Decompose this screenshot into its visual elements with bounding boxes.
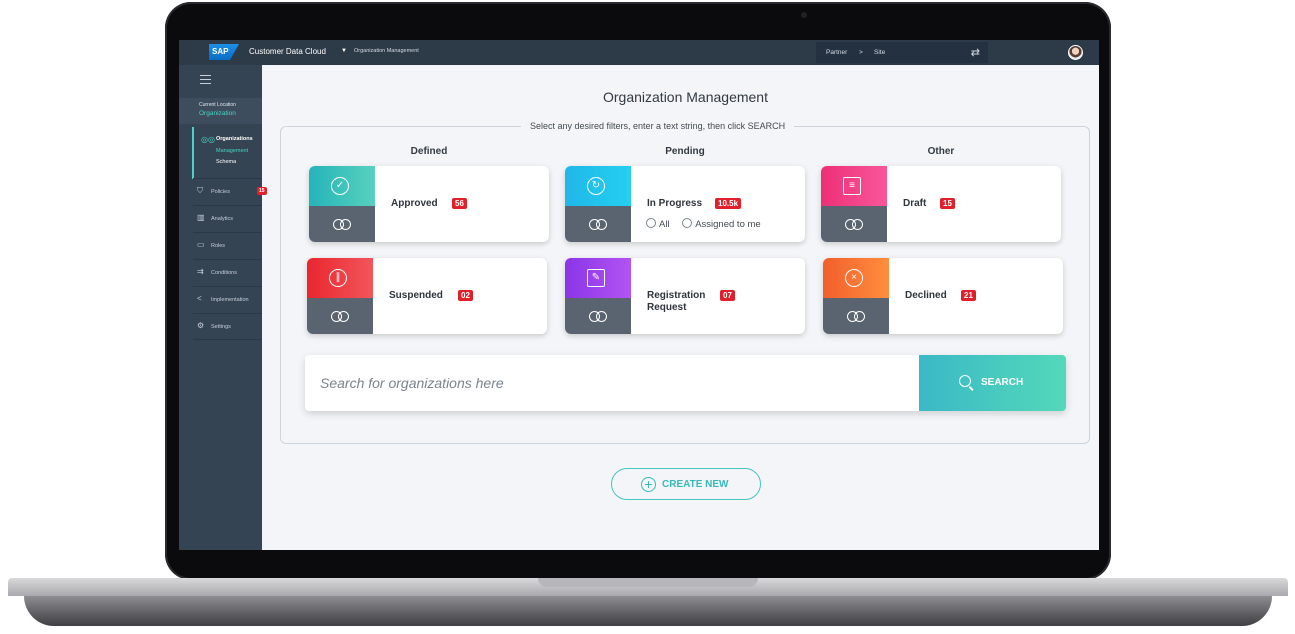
column-heading-other: Other	[927, 146, 955, 157]
card-label: In Progress	[647, 198, 703, 209]
radio-all[interactable]: All	[646, 218, 670, 230]
rings-icon	[589, 219, 611, 230]
radio-label: All	[659, 219, 670, 230]
split-arrows-icon: ⇉	[197, 267, 204, 276]
sidebar-item-roles[interactable]: ▭ Roles	[193, 232, 262, 259]
pause-circle-icon: ∥	[329, 269, 347, 287]
share-icon: <	[197, 294, 202, 303]
shield-icon: ⛉	[197, 186, 203, 195]
status-badge: 10.5k	[715, 198, 742, 209]
filter-card-suspended[interactable]: ∥ Suspended 02	[307, 258, 547, 334]
sidebar-item-label: Conditions	[211, 270, 237, 276]
plus-circle-icon: +	[641, 477, 656, 492]
create-new-label: CREATE NEW	[662, 479, 729, 490]
sidebar-item-implementation[interactable]: < Implementation	[193, 286, 262, 313]
sidebar-item-policies[interactable]: ⛉ Policies 15	[193, 178, 267, 205]
card-label-line1: Registration	[647, 290, 706, 301]
filter-card-in-progress[interactable]: ↻ In Progress 10.5k All Assigned to me	[565, 166, 805, 242]
radio-icon	[646, 218, 656, 228]
assignment-filter: All Assigned to me	[646, 218, 761, 230]
status-badge: 56	[452, 198, 467, 209]
screen: SAP Customer Data Cloud ▼ Organization M…	[179, 40, 1099, 550]
sidebar-item-label: Settings	[211, 324, 231, 330]
card-label: Suspended	[389, 290, 443, 301]
top-bar: SAP Customer Data Cloud ▼ Organization M…	[179, 40, 1099, 65]
sidebar-item-conditions[interactable]: ⇉ Conditions	[193, 259, 262, 286]
sap-logo[interactable]: SAP	[209, 44, 239, 60]
search-bar: SEARCH	[305, 355, 1066, 411]
rings-icon	[331, 311, 353, 322]
check-circle-icon: ✓	[331, 177, 349, 195]
page-title: Organization Management	[603, 89, 768, 105]
current-location-value[interactable]: Organization	[199, 110, 236, 117]
context-separator: >	[859, 49, 863, 56]
card-label: Draft	[903, 198, 927, 209]
column-heading-pending: Pending	[665, 146, 705, 157]
gear-icon: ⚙	[197, 321, 205, 330]
rings-icon	[847, 311, 869, 322]
search-icon	[959, 375, 971, 387]
status-badge: 07	[720, 290, 735, 301]
laptop-icon: ▭	[197, 240, 205, 249]
progress-circle-icon: ↻	[587, 177, 605, 195]
rings-icon	[333, 219, 355, 230]
filter-card-declined[interactable]: × Declined 21	[823, 258, 1063, 334]
radio-label: Assigned to me	[695, 219, 761, 230]
sidebar-item-analytics[interactable]: ▥ Analytics	[193, 205, 262, 232]
filter-hint: Select any desired filters, enter a text…	[521, 121, 795, 131]
avatar[interactable]	[1068, 45, 1083, 60]
status-badge: 02	[458, 290, 473, 301]
filter-card-registration-request[interactable]: ✎ Registration Request 07	[565, 258, 805, 334]
document-icon: ≡	[843, 177, 861, 195]
create-new-button[interactable]: + CREATE NEW	[611, 468, 761, 500]
bar-chart-icon: ▥	[197, 213, 205, 222]
x-circle-icon: ×	[845, 269, 863, 287]
card-label: Declined	[905, 290, 947, 301]
context-site: Site	[874, 49, 886, 56]
sidebar-item-label: Implementation	[211, 297, 249, 303]
search-input[interactable]	[305, 355, 919, 411]
sidebar-item-label: Roles	[211, 243, 226, 249]
breadcrumb: Organization Management	[354, 48, 419, 54]
radio-assigned-to-me[interactable]: Assigned to me	[682, 218, 761, 230]
filter-card-approved[interactable]: ✓ Approved 56	[309, 166, 549, 242]
status-badge: 15	[257, 187, 267, 195]
sidebar-item-settings[interactable]: ⚙ Settings	[193, 313, 262, 340]
menu-icon[interactable]	[200, 75, 211, 84]
context-switcher[interactable]: Partner > Site ⇄	[816, 42, 988, 63]
app-name[interactable]: Customer Data Cloud	[249, 47, 326, 56]
edit-document-icon: ✎	[587, 269, 605, 287]
card-label-line2: Request	[647, 302, 687, 313]
context-partner: Partner	[826, 49, 848, 56]
column-heading-defined: Defined	[410, 146, 448, 157]
sidebar-item-organizations: ◎◎ Organizations Management Schema	[192, 127, 262, 179]
status-badge: 21	[961, 290, 976, 301]
sidebar-item-label: Policies	[211, 189, 230, 195]
filter-card-draft[interactable]: ≡ Draft 15	[821, 166, 1061, 242]
sidebar-organizations-title[interactable]: Organizations	[216, 136, 253, 142]
sidebar-item-label: Analytics	[211, 216, 234, 222]
chevron-down-icon[interactable]: ▼	[341, 48, 347, 54]
laptop-base	[8, 578, 1288, 630]
webcam	[801, 12, 807, 18]
sidebar-item-schema[interactable]: Schema	[216, 159, 236, 165]
status-badge: 15	[940, 198, 955, 209]
card-label: Approved	[391, 198, 438, 209]
search-button[interactable]: SEARCH	[919, 355, 1066, 411]
rings-icon: ◎◎	[201, 135, 215, 144]
rings-icon	[845, 219, 867, 230]
sidebar-item-management[interactable]: Management	[216, 148, 248, 154]
radio-icon	[682, 218, 693, 228]
swap-icon[interactable]: ⇄	[971, 46, 980, 59]
rings-icon	[589, 311, 611, 322]
sidebar: Current Location Organization ◎◎ Organiz…	[179, 65, 267, 550]
search-button-label: SEARCH	[981, 377, 1024, 388]
